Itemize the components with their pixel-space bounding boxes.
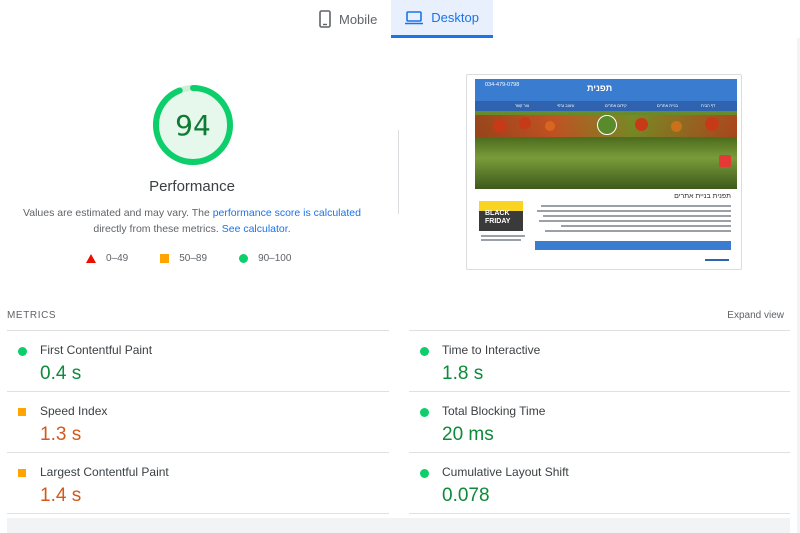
tab-mobile[interactable]: Mobile <box>305 0 391 38</box>
desktop-icon <box>405 10 424 25</box>
legend-fail-range: 0–49 <box>106 253 129 264</box>
metric-largest-contentful-paint: Largest Contentful Paint 1.4 s <box>6 455 366 515</box>
average-square-icon <box>18 408 26 416</box>
row-divider <box>409 330 790 331</box>
preview-cta-bar <box>535 241 731 250</box>
preview-header: 034-479-0798 תפנית <box>475 79 737 101</box>
mobile-icon <box>319 10 331 28</box>
legend-pass-range: 90–100 <box>258 253 292 264</box>
preview-body: תפנית בניית אתרים BLACK FRIDAY <box>475 189 737 267</box>
score-legend: 0–49 50–89 90–100 <box>86 253 323 264</box>
triangle-icon <box>86 254 96 263</box>
metric-time-to-interactive: Time to Interactive 1.8 s <box>408 333 768 393</box>
preview-logo: תפנית <box>587 83 613 93</box>
circle-icon <box>239 254 249 263</box>
legend-average: 50–89 <box>160 253 207 264</box>
row-divider <box>7 330 389 331</box>
tab-desktop-label: Desktop <box>431 10 479 25</box>
preview-nav-item: דף הבית <box>701 103 716 108</box>
metric-speed-index: Speed Index 1.3 s <box>6 394 366 454</box>
score-note: Values are estimated and may vary. The p… <box>22 205 362 237</box>
preview-heading: תפנית בניית אתרים <box>674 193 731 200</box>
metric-name: Largest Contentful Paint <box>40 465 169 479</box>
metric-total-blocking-time: Total Blocking Time 20 ms <box>408 394 768 454</box>
legend-average-range: 50–89 <box>179 253 208 264</box>
note-prefix: Values are estimated and may vary. The <box>23 207 213 219</box>
metric-first-contentful-paint: First Contentful Paint 0.4 s <box>6 333 366 393</box>
next-section-bar <box>7 518 790 533</box>
square-icon <box>160 254 170 263</box>
preview-badge <box>719 155 731 167</box>
preview-nav: דף הבית בניית אתרים קידום אתרים עיצוב גר… <box>475 101 737 111</box>
preview-nav-item: עיצוב גרפי <box>557 103 575 108</box>
metric-name: Time to Interactive <box>442 343 541 357</box>
page-screenshot-preview[interactable]: 034-479-0798 תפנית דף הבית בניית אתרים ק… <box>466 74 742 270</box>
metric-name: Cumulative Layout Shift <box>442 465 569 479</box>
legend-fail: 0–49 <box>86 253 128 264</box>
performance-title: Performance <box>149 178 235 195</box>
pass-circle-icon <box>420 347 429 356</box>
preview-nav-item: צור קשר <box>515 103 529 108</box>
metric-cumulative-layout-shift: Cumulative Layout Shift 0.078 <box>408 455 768 515</box>
metric-value: 1.8 s <box>442 363 484 384</box>
performance-gauge: 94 <box>152 84 234 166</box>
metrics-heading: METRICS <box>7 310 57 321</box>
legend-pass: 90–100 <box>239 253 291 264</box>
expand-view-toggle[interactable]: Expand view <box>727 310 784 321</box>
metric-value: 0.4 s <box>40 363 82 384</box>
score-calculated-link[interactable]: performance score is calculated <box>213 207 361 219</box>
pass-circle-icon <box>420 469 429 478</box>
preview-nav-item: בניית אתרים <box>657 103 678 108</box>
pass-circle-icon <box>18 347 27 356</box>
metric-value: 1.4 s <box>40 485 82 506</box>
preview-nav-item: קידום אתרים <box>605 103 627 108</box>
device-tabs: Mobile Desktop <box>305 0 493 38</box>
performance-score: 94 <box>175 108 211 142</box>
metric-name: Speed Index <box>40 404 108 418</box>
metric-name: Total Blocking Time <box>442 404 546 418</box>
tab-mobile-label: Mobile <box>339 11 378 27</box>
calculator-link[interactable]: See calculator. <box>222 223 291 235</box>
metric-value: 0.078 <box>442 485 490 506</box>
preview-hero-image <box>475 111 737 189</box>
preview-phone: 034-479-0798 <box>485 82 520 88</box>
note-middle: directly from these metrics. <box>93 223 222 235</box>
tab-desktop[interactable]: Desktop <box>391 0 493 38</box>
section-divider <box>398 130 399 214</box>
metric-name: First Contentful Paint <box>40 343 153 357</box>
metric-value: 1.3 s <box>40 424 82 445</box>
average-square-icon <box>18 469 26 477</box>
preview-promo-banner: BLACK FRIDAY <box>479 201 523 231</box>
metric-value: 20 ms <box>442 424 494 445</box>
pass-circle-icon <box>420 408 429 417</box>
preview-promo-text: BLACK FRIDAY <box>485 210 511 225</box>
